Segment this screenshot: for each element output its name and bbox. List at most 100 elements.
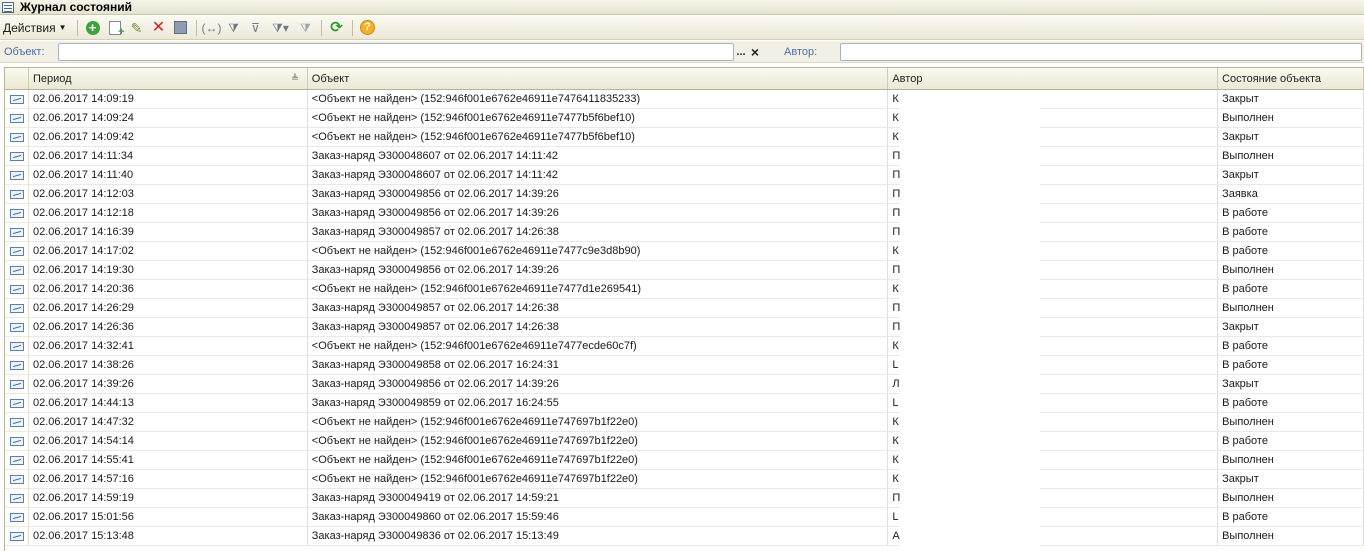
copy-button[interactable] [105,18,125,38]
window-title: Журнал состояний [20,0,132,14]
column-header-period[interactable]: Период ≜ [29,68,308,89]
row-icon-cell [5,147,29,165]
period-cell: 02.06.2017 14:26:36 [29,318,308,336]
period-cell: 02.06.2017 15:13:48 [29,527,308,545]
object-cell: Заказ-наряд Э300049858 от 02.06.2017 16:… [308,356,889,374]
record-icon [10,322,24,332]
record-icon [10,474,24,484]
record-icon [10,246,24,256]
save-icon [174,21,187,34]
table-row[interactable]: 02.06.2017 14:26:36 Заказ-наряд Э30004985… [5,318,1364,337]
object-clear-button[interactable]: × [748,43,762,61]
period-cell: 02.06.2017 14:17:02 [29,242,308,260]
state-cell: В работе [1218,508,1364,526]
delete-button[interactable]: ✕ [149,18,169,38]
filter-clear-button[interactable]: ⧩ [296,18,316,38]
column-header-state[interactable]: Состояние объекта [1218,68,1364,89]
table-row[interactable]: 02.06.2017 14:09:24 <Объект не найден> (1… [5,109,1364,128]
period-cell: 02.06.2017 14:11:34 [29,147,308,165]
table-row[interactable]: 02.06.2017 14:44:13 Заказ-наряд Э30004985… [5,394,1364,413]
state-cell: Выполнен [1218,413,1364,431]
row-icon-cell [5,109,29,127]
table-row[interactable]: 02.06.2017 15:01:56 Заказ-наряд Э30004986… [5,508,1364,527]
object-select-button[interactable]: ... [734,43,748,61]
record-icon [10,208,24,218]
state-cell: В работе [1218,337,1364,355]
table-row[interactable]: 02.06.2017 14:19:30 Заказ-наряд Э30004985… [5,261,1364,280]
table-row[interactable]: 02.06.2017 14:39:26 Заказ-наряд Э30004985… [5,375,1364,394]
row-icon-cell [5,413,29,431]
save-button[interactable] [171,18,191,38]
table-row[interactable]: 02.06.2017 14:55:41 <Объект не найден> (1… [5,451,1364,470]
filter-list-button[interactable]: ⊽ [246,18,266,38]
table-row[interactable]: 02.06.2017 14:11:34 Заказ-наряд Э30004860… [5,147,1364,166]
period-cell: 02.06.2017 14:12:03 [29,185,308,203]
table-row[interactable]: 02.06.2017 14:09:19 <Объект не найден> (1… [5,90,1364,109]
object-cell: <Объект не найден> (152:946f001e6762e469… [308,451,889,469]
actions-menu-label: Действия [3,20,56,35]
object-filter-input[interactable] [58,42,734,61]
author-filter-input[interactable] [840,42,1362,61]
edit-button[interactable]: ✎ [127,18,147,38]
filter-dropdown-button[interactable]: ⧩▾ [268,18,294,38]
record-icon [10,265,24,275]
column-header-author[interactable]: Автор [888,68,1219,89]
row-icon-cell [5,489,29,507]
row-icon-cell [5,318,29,336]
refresh-icon: ⟳ [330,19,343,36]
record-icon [10,455,24,465]
table-row[interactable]: 02.06.2017 14:12:03 Заказ-наряд Э30004985… [5,185,1364,204]
record-icon [10,436,24,446]
state-cell: Выполнен [1218,527,1364,545]
sort-ascending-icon: ≜ [291,73,299,83]
help-button[interactable]: ? [358,18,378,38]
state-cell: Выполнен [1218,109,1364,127]
status-journal-table: Период ≜ Объект Автор Состояние объекта … [4,67,1364,551]
period-cell: 02.06.2017 15:01:56 [29,508,308,526]
table-row[interactable]: 02.06.2017 14:26:29 Заказ-наряд Э30004985… [5,299,1364,318]
actions-menu[interactable]: Действия ▼ [3,21,67,35]
table-row[interactable]: 02.06.2017 14:54:14 <Объект не найден> (1… [5,432,1364,451]
link-button[interactable]: (↔) [202,18,222,38]
table-row[interactable]: 02.06.2017 14:47:32 <Объект не найден> (1… [5,413,1364,432]
filter-list-icon: ⊽ [251,20,260,35]
column-header-period-label: Период [32,72,72,85]
state-cell: Закрыт [1218,128,1364,146]
state-cell: Выполнен [1218,147,1364,165]
state-cell: Закрыт [1218,166,1364,184]
state-cell: Выполнен [1218,451,1364,469]
column-header-object[interactable]: Объект [308,68,889,89]
object-cell: Заказ-наряд Э300049419 от 02.06.2017 14:… [308,489,889,507]
table-row[interactable]: 02.06.2017 14:11:40 Заказ-наряд Э30004860… [5,166,1364,185]
column-header-icon[interactable] [5,68,29,89]
period-cell: 02.06.2017 14:09:42 [29,128,308,146]
table-row[interactable]: 02.06.2017 15:13:48 Заказ-наряд Э30004983… [5,527,1364,546]
table-row[interactable]: 02.06.2017 14:17:02 <Объект не найден> (1… [5,242,1364,261]
table-row[interactable]: 02.06.2017 14:59:19 Заказ-наряд Э30004941… [5,489,1364,508]
table-row[interactable]: 02.06.2017 14:20:36 <Объект не найден> (1… [5,280,1364,299]
toolbar-separator [195,19,197,36]
filter-button[interactable]: ⧩ [224,18,244,38]
object-cell: <Объект не найден> (152:946f001e6762e469… [308,413,889,431]
object-cell: Заказ-наряд Э300049856 от 02.06.2017 14:… [308,204,889,222]
table-row[interactable]: 02.06.2017 14:38:26 Заказ-наряд Э30004985… [5,356,1364,375]
table-row[interactable]: 02.06.2017 14:32:41 <Объект не найден> (1… [5,337,1364,356]
help-icon: ? [360,20,375,35]
row-icon-cell [5,299,29,317]
add-button[interactable]: + [83,18,103,38]
dropdown-arrow-icon: ▼ [58,23,67,32]
record-icon [10,512,24,522]
period-cell: 02.06.2017 14:44:13 [29,394,308,412]
period-cell: 02.06.2017 14:26:29 [29,299,308,317]
table-row[interactable]: 02.06.2017 14:57:16 <Объект не найден> (1… [5,470,1364,489]
object-cell: Заказ-наряд Э300049856 от 02.06.2017 14:… [308,185,889,203]
table-row[interactable]: 02.06.2017 14:12:18 Заказ-наряд Э30004985… [5,204,1364,223]
period-cell: 02.06.2017 14:54:14 [29,432,308,450]
state-cell: Выполнен [1218,261,1364,279]
table-row[interactable]: 02.06.2017 14:16:39 Заказ-наряд Э30004985… [5,223,1364,242]
refresh-button[interactable]: ⟳ [327,18,347,38]
row-icon-cell [5,375,29,393]
table-row[interactable]: 02.06.2017 14:09:42 <Объект не найден> (1… [5,128,1364,147]
row-icon-cell [5,337,29,355]
record-icon [10,341,24,351]
